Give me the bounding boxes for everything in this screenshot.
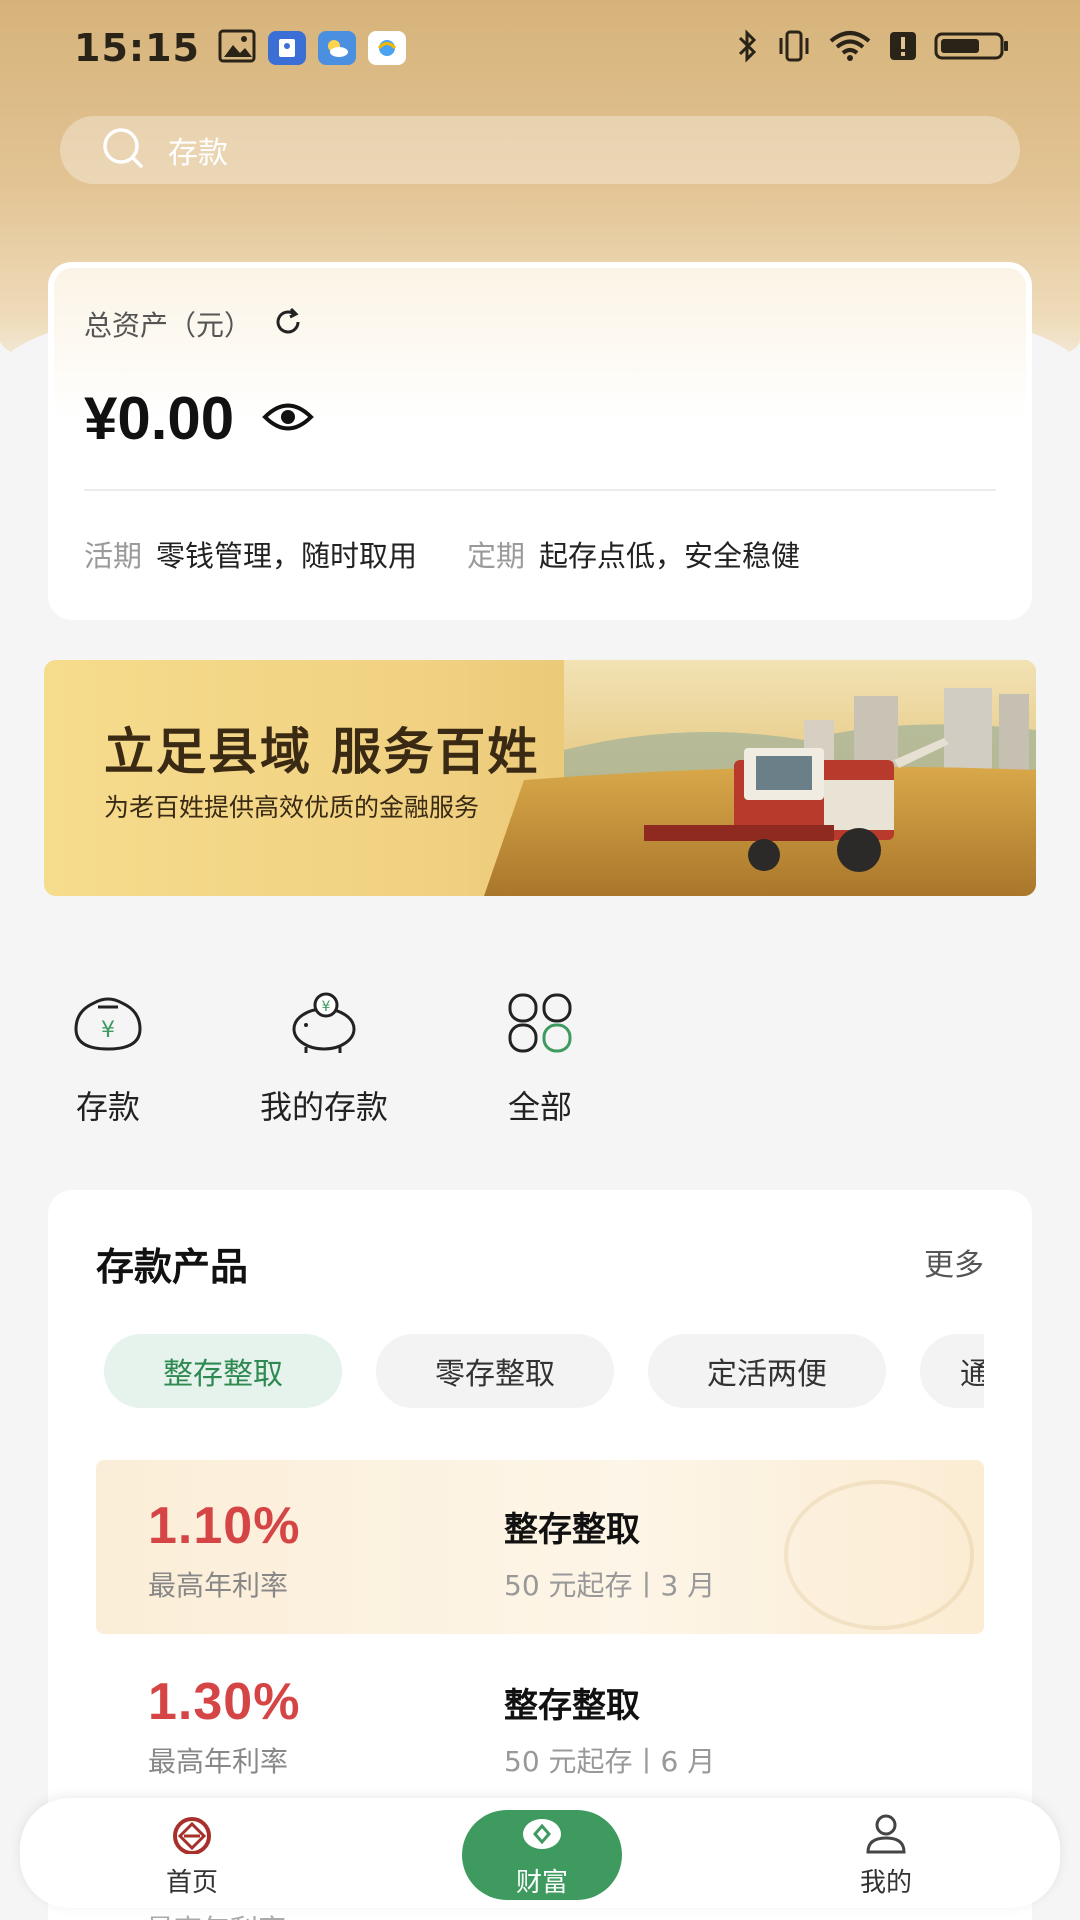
product-rate-label: 最高年利率 xyxy=(148,1569,289,1602)
more-link[interactable]: 更多 xyxy=(924,1240,984,1284)
search-bar[interactable]: 存款 xyxy=(60,116,1020,184)
wealth-icon xyxy=(442,1798,642,1854)
product-meta: 50 元起存丨3 月 xyxy=(504,1569,716,1602)
bluetooth-icon xyxy=(734,29,760,67)
status-system-icons xyxy=(734,29,1010,67)
battery-icon xyxy=(934,29,1010,67)
nav-label: 我的 xyxy=(859,1868,912,1898)
fixed-deposit-desc[interactable]: 起存点低，安全稳健 xyxy=(539,533,800,575)
eye-toggle-icon[interactable] xyxy=(262,402,314,436)
tab-flexible[interactable]: 定活两便 xyxy=(648,1334,886,1408)
status-notification-icons xyxy=(218,29,406,67)
refresh-icon[interactable] xyxy=(272,306,304,342)
app-notification-icon xyxy=(267,31,306,65)
nav-home[interactable]: 首页 xyxy=(92,1798,292,1908)
bank-logo-icon xyxy=(92,1798,292,1854)
current-deposit-desc[interactable]: 零钱管理，随时取用 xyxy=(156,533,417,575)
section-title: 存款产品 xyxy=(96,1245,249,1289)
product-rate: 1.30% xyxy=(148,1673,301,1731)
quick-entry-all[interactable]: 全部 xyxy=(450,988,630,1128)
search-input[interactable]: 存款 xyxy=(168,128,228,172)
user-icon xyxy=(786,1798,986,1854)
search-icon xyxy=(100,125,146,175)
divider xyxy=(84,489,996,491)
nav-label: 首页 xyxy=(165,1868,218,1898)
total-assets-card: 总资产（元） ¥0.00 活期 零钱管理，随时取用 定期 起存点低，安全稳健 xyxy=(48,262,1032,620)
fixed-deposit-tag[interactable]: 定期 xyxy=(467,533,525,575)
quick-entry-label: 存款 xyxy=(75,1088,140,1126)
money-bag-icon: ¥ xyxy=(18,988,198,1058)
tab-more[interactable]: 通 xyxy=(920,1334,984,1408)
grid-apps-icon xyxy=(450,988,630,1058)
nav-mine[interactable]: 我的 xyxy=(786,1798,986,1908)
promo-banner[interactable]: 立足县域 服务百姓 为老百姓提供高效优质的金融服务 xyxy=(44,660,1036,896)
gallery-notification-icon xyxy=(218,29,256,67)
quick-entry-label: 我的存款 xyxy=(259,1088,388,1126)
total-assets-label: 总资产（元） xyxy=(84,309,253,342)
total-assets-amount: ¥0.00 xyxy=(84,385,235,452)
alert-icon xyxy=(888,29,918,67)
product-name: 整存整取 xyxy=(504,1510,640,1550)
status-time: 15:15 xyxy=(74,26,200,70)
partially-visible-rate-label: 最高年利率 xyxy=(146,1908,286,1920)
svg-text:¥: ¥ xyxy=(322,999,331,1015)
current-deposit-tag[interactable]: 活期 xyxy=(84,533,142,575)
svg-text:¥: ¥ xyxy=(101,1018,115,1043)
quick-entry-deposit[interactable]: ¥ 存款 xyxy=(18,988,198,1128)
product-rate: 1.10% xyxy=(148,1497,301,1555)
coin-decoration-icon xyxy=(784,1480,974,1630)
product-name: 整存整取 xyxy=(504,1686,640,1726)
product-row[interactable]: 1.30% 最高年利率 整存整取 50 元起存丨6 月 xyxy=(96,1636,984,1810)
browser-notification-icon xyxy=(367,31,406,65)
piggy-bank-icon: ¥ xyxy=(234,988,414,1058)
product-rate-label: 最高年利率 xyxy=(148,1745,289,1778)
bottom-navigation: 首页 财富 我的 xyxy=(20,1798,1060,1908)
product-row[interactable]: 1.10% 最高年利率 整存整取 50 元起存丨3 月 xyxy=(96,1460,984,1634)
wifi-icon xyxy=(828,29,872,67)
weather-notification-icon xyxy=(317,31,356,65)
nav-label: 财富 xyxy=(515,1868,568,1898)
quick-entry-label: 全部 xyxy=(507,1088,572,1126)
product-tabs: 整存整取 零存整取 定活两便 通 xyxy=(104,1334,984,1410)
banner-subtitle: 为老百姓提供高效优质的金融服务 xyxy=(104,793,480,822)
vibrate-icon xyxy=(776,29,812,67)
quick-entry-my-deposits[interactable]: ¥ 我的存款 xyxy=(234,988,414,1128)
tab-lump-sum[interactable]: 整存整取 xyxy=(104,1334,342,1408)
quick-entries: ¥ 存款 ¥ 我的存款 全部 xyxy=(0,988,1080,1128)
status-bar: 15:15 xyxy=(0,0,1080,96)
banner-title: 立足县域 服务百姓 xyxy=(104,723,540,781)
product-meta: 50 元起存丨6 月 xyxy=(504,1745,716,1778)
nav-wealth[interactable]: 财富 xyxy=(442,1798,642,1908)
tab-installment[interactable]: 零存整取 xyxy=(376,1334,614,1408)
